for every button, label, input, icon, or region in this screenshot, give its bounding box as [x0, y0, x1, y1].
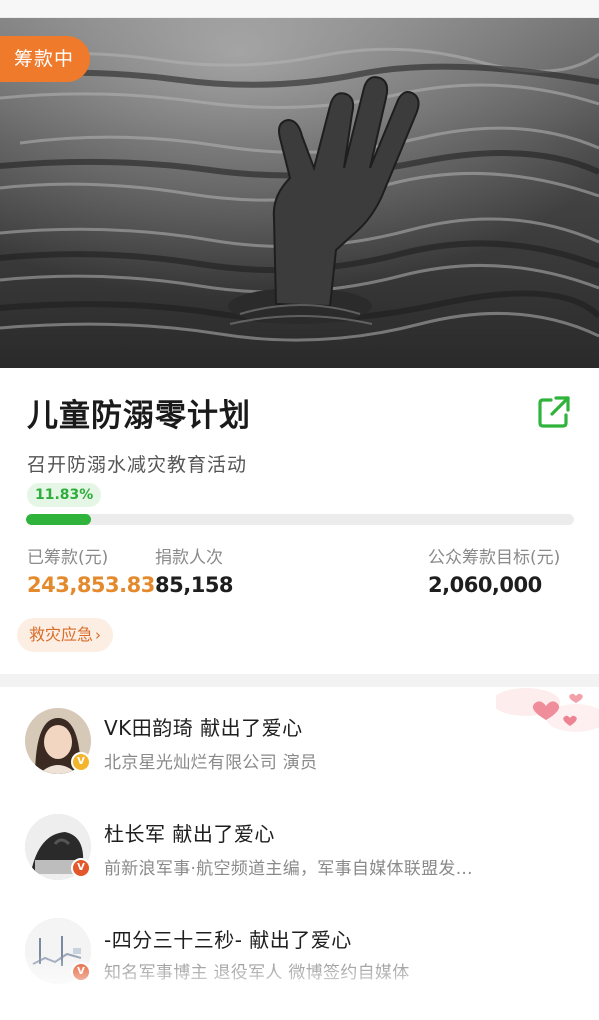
donors-count-value: 85,158: [155, 573, 234, 597]
project-title: 儿童防溺零计划: [27, 398, 251, 434]
status-badge: 筹款中: [0, 36, 91, 82]
section-divider: [0, 674, 599, 687]
category-tag[interactable]: 救灾应急 ›: [17, 618, 114, 652]
raised-value: 243,853.83: [27, 573, 155, 597]
donor-name: VK田韵琦 献出了爱心: [104, 716, 303, 740]
category-tag-label: 救灾应急: [29, 625, 94, 644]
top-strip: [0, 0, 599, 18]
donor-item[interactable]: V 杜长军 献出了爱心 前新浪军事·航空频道主编，军事自媒体联盟发...: [0, 806, 599, 906]
project-subtitle: 召开防溺水减灾教育活动: [27, 454, 248, 476]
chevron-right-icon: ›: [95, 626, 102, 644]
progress-bar: [26, 514, 574, 525]
hero-image: [0, 18, 599, 368]
progress-percent-badge: 11.83%: [27, 483, 102, 507]
donors-count-label: 捐款人次: [155, 548, 223, 568]
donor-description: 前新浪军事·航空频道主编，军事自媒体联盟发...: [104, 859, 473, 879]
raised-label: 已筹款(元): [27, 548, 109, 568]
donor-description: 北京星光灿烂有限公司 演员: [104, 753, 318, 773]
donor-item[interactable]: V -四分三十三秒- 献出了爱心 知名军事博主 退役军人 微博签约自媒体: [0, 912, 599, 1012]
goal-label: 公众筹款目标(元): [428, 548, 561, 568]
verified-badge-icon: V: [71, 752, 91, 772]
donor-description: 知名军事博主 退役军人 微博签约自媒体: [104, 963, 410, 983]
verified-badge-icon: V: [71, 962, 91, 982]
project-info-card: 儿童防溺零计划 召开防溺水减灾教育活动 11.83% 已筹款(元) 243,85…: [0, 368, 599, 674]
donor-item[interactable]: V VK田韵琦 献出了爱心 北京星光灿烂有限公司 演员: [0, 700, 599, 800]
goal-value: 2,060,000: [428, 573, 542, 597]
donor-name: 杜长军 献出了爱心: [104, 822, 275, 846]
donor-name: -四分三十三秒- 献出了爱心: [104, 928, 352, 952]
share-external-icon[interactable]: [536, 394, 572, 430]
drowning-hand-photo: [0, 18, 599, 368]
verified-badge-icon: V: [71, 858, 91, 878]
progress-bar-fill: [26, 514, 91, 525]
